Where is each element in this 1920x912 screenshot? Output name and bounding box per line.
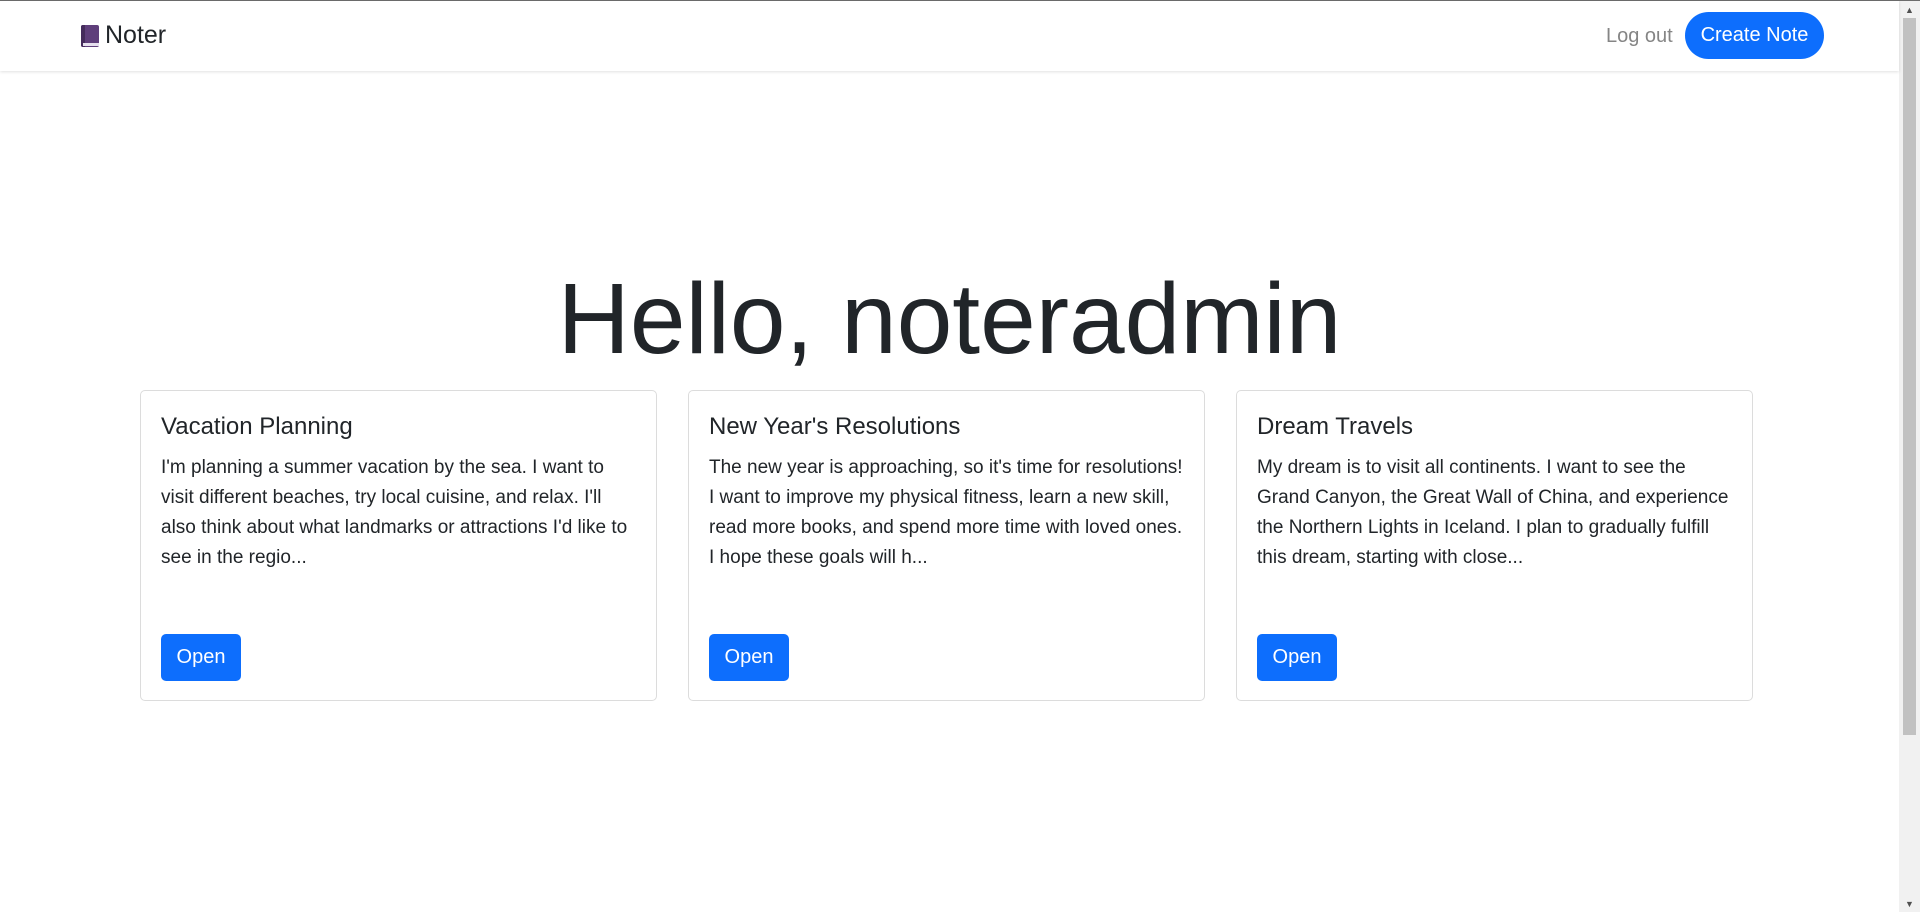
create-note-button[interactable]: Create Note: [1685, 12, 1824, 59]
note-card: Vacation Planning I'm planning a summer …: [140, 390, 657, 701]
notes-list: Vacation Planning I'm planning a summer …: [140, 390, 1753, 701]
open-note-button[interactable]: Open: [161, 634, 241, 681]
note-excerpt: The new year is approaching, so it's tim…: [709, 457, 1183, 568]
scroll-down-arrow-icon[interactable]: ▼: [1899, 895, 1920, 912]
open-note-button[interactable]: Open: [709, 634, 789, 681]
note-card: Dream Travels My dream is to visit all c…: [1236, 390, 1753, 701]
note-card: New Year's Resolutions The new year is a…: [688, 390, 1205, 701]
vertical-scrollbar[interactable]: ▲ ▼: [1899, 1, 1920, 912]
scroll-up-arrow-icon[interactable]: ▲: [1899, 1, 1920, 18]
note-title: New Year's Resolutions: [709, 413, 961, 440]
open-note-button[interactable]: Open: [1257, 634, 1337, 681]
page-greeting: Hello, noteradmin: [557, 263, 1342, 375]
note-excerpt: I'm planning a summer vacation by the se…: [161, 457, 628, 568]
note-excerpt: My dream is to visit all continents. I w…: [1257, 457, 1729, 568]
logout-link[interactable]: Log out: [1606, 25, 1673, 48]
note-title: Dream Travels: [1257, 413, 1414, 440]
brand-label: Noter: [105, 21, 167, 49]
scrollbar-thumb[interactable]: [1903, 18, 1916, 735]
notebook-icon: [80, 24, 100, 48]
navbar: Noter Log out Create Note: [0, 1, 1899, 71]
brand-link[interactable]: Noter: [80, 21, 166, 50]
note-title: Vacation Planning: [161, 413, 353, 440]
page: Noter Log out Create Note Hello, noterad…: [0, 0, 1920, 912]
